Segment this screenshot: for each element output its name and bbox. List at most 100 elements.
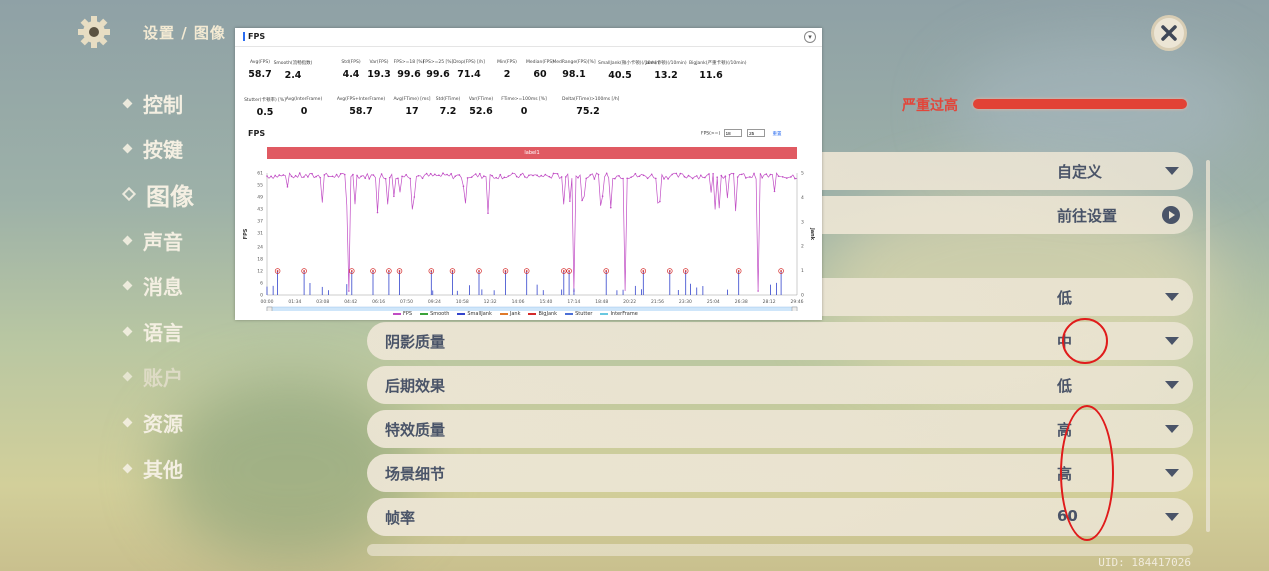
- y2-tick-label: 2: [801, 244, 804, 250]
- legend-item[interactable]: Jank: [499, 311, 521, 317]
- row-label: 特效质量: [385, 421, 446, 439]
- settings-row-postfx[interactable]: 后期效果 低: [367, 366, 1193, 404]
- x-tick-label: 10:58: [456, 299, 469, 305]
- stat-value: 13.2: [654, 70, 678, 81]
- reset-button[interactable]: 重置: [773, 132, 782, 137]
- legend-label: BigJank: [538, 311, 558, 317]
- play-arrow-icon: [1162, 206, 1180, 224]
- y-tick-label: 24: [257, 245, 263, 251]
- fps-point: [429, 172, 432, 175]
- sidebar-item-language[interactable]: 语言: [122, 316, 324, 346]
- bigjank-marker-core: [525, 270, 528, 272]
- x-tick-label: 14:06: [512, 299, 525, 305]
- row-label: 阴影质量: [385, 333, 446, 351]
- fps-point: [393, 195, 395, 198]
- fps-point: [540, 174, 543, 177]
- bigjank-marker-core: [451, 270, 454, 272]
- fps-point: [679, 172, 682, 175]
- y-tick-label: 49: [257, 195, 263, 201]
- fps-point: [785, 177, 788, 179]
- fps-point: [442, 172, 444, 174]
- fps-point: [470, 176, 473, 178]
- stat2-2: Avg(FPS+InterFrame) 58.7: [335, 97, 387, 117]
- sidebar-item-label: 图像: [146, 182, 194, 211]
- fps-point: [507, 175, 510, 177]
- legend-item[interactable]: BigJank: [528, 311, 557, 317]
- chevron-down-icon: [1165, 469, 1179, 477]
- fps-point: [491, 174, 493, 177]
- fps-point: [454, 175, 457, 177]
- diamond-icon: [122, 463, 133, 473]
- uid-label: UID: 184417026: [1098, 556, 1191, 569]
- fps-point: [695, 175, 698, 177]
- x-tick-label: 23:30: [679, 299, 692, 305]
- collapse-icon[interactable]: ▾: [804, 31, 816, 43]
- stat-1: Smooth(流畅指数) 2.4: [271, 60, 315, 81]
- fps-panel-header: FPS ▾: [235, 28, 822, 47]
- fps-point: [479, 172, 481, 175]
- diamond-icon: [122, 326, 133, 336]
- stat-value: 0: [520, 106, 528, 117]
- legend-label: Jank: [509, 311, 521, 317]
- fps-point: [413, 196, 416, 198]
- fps-point: [740, 173, 743, 176]
- legend-item[interactable]: FPS: [393, 311, 412, 317]
- x-tick-label: 29:46: [791, 299, 804, 305]
- legend-item[interactable]: Smooth: [420, 311, 449, 317]
- stat-header: Smooth(流畅指数): [273, 61, 313, 66]
- range-handle-left: [266, 306, 273, 311]
- x-tick-label: 12:32: [484, 299, 497, 305]
- fps-point: [593, 178, 596, 180]
- fps-point: [777, 175, 780, 177]
- stat-value: 0: [300, 106, 308, 117]
- fps-point: [266, 175, 268, 177]
- sidebar-item-account[interactable]: 账户: [122, 361, 324, 391]
- bigjank-marker-core: [388, 270, 390, 272]
- fps-point: [732, 172, 735, 175]
- fps-point: [708, 173, 710, 175]
- x-tick-label: 28:12: [763, 299, 776, 305]
- fps-point: [401, 175, 403, 178]
- y2-tick-label: 3: [801, 219, 804, 225]
- fps-point: [638, 175, 641, 178]
- diamond-icon: [122, 98, 133, 108]
- fps-point: [622, 177, 624, 180]
- fps-point: [417, 174, 420, 177]
- fps-point: [753, 172, 755, 175]
- stat-header: FTime>=100ms [%]: [501, 97, 547, 102]
- legend-label: Smooth: [430, 311, 450, 317]
- legend-item[interactable]: SmallJank: [457, 311, 492, 317]
- x-tick-label: 01:34: [288, 299, 301, 305]
- load-warning-bar: [973, 99, 1187, 109]
- fps-point: [642, 174, 645, 177]
- sidebar-item-resources[interactable]: 资源: [122, 407, 324, 437]
- fps-filter-label: FPS(>=): [701, 131, 721, 137]
- x-tick-label: 00:00: [261, 299, 274, 305]
- legend-item[interactable]: Stutter: [565, 311, 592, 317]
- fps-point: [278, 174, 281, 176]
- sidebar-item-label: 账户: [143, 365, 183, 390]
- fps-point: [544, 173, 547, 176]
- settings-scrollbar[interactable]: [1206, 160, 1210, 532]
- bigjank-marker-core: [684, 270, 687, 272]
- fps-point: [552, 172, 555, 175]
- fps-point: [683, 175, 686, 178]
- legend-item[interactable]: InterFrame: [600, 311, 638, 317]
- y2-tick-label: 4: [801, 195, 804, 201]
- diamond-icon: [121, 186, 137, 202]
- fps-point: [335, 173, 338, 176]
- close-button[interactable]: [1151, 15, 1187, 51]
- fps-point: [655, 177, 657, 180]
- fps-filter-a-input[interactable]: [723, 129, 742, 137]
- fps-filter: FPS(>=) 重置: [701, 129, 782, 137]
- diamond-icon: [122, 143, 133, 153]
- fps-point: [720, 174, 723, 177]
- sidebar-item-other[interactable]: 其他: [122, 453, 324, 483]
- fps-point: [356, 174, 358, 177]
- fps-point: [790, 176, 792, 178]
- legend-swatch: [528, 312, 537, 315]
- fps-filter-b-input[interactable]: [747, 129, 766, 137]
- fps-point: [425, 172, 428, 175]
- x-tick-label: 25:04: [707, 299, 720, 305]
- fps-point: [626, 177, 628, 180]
